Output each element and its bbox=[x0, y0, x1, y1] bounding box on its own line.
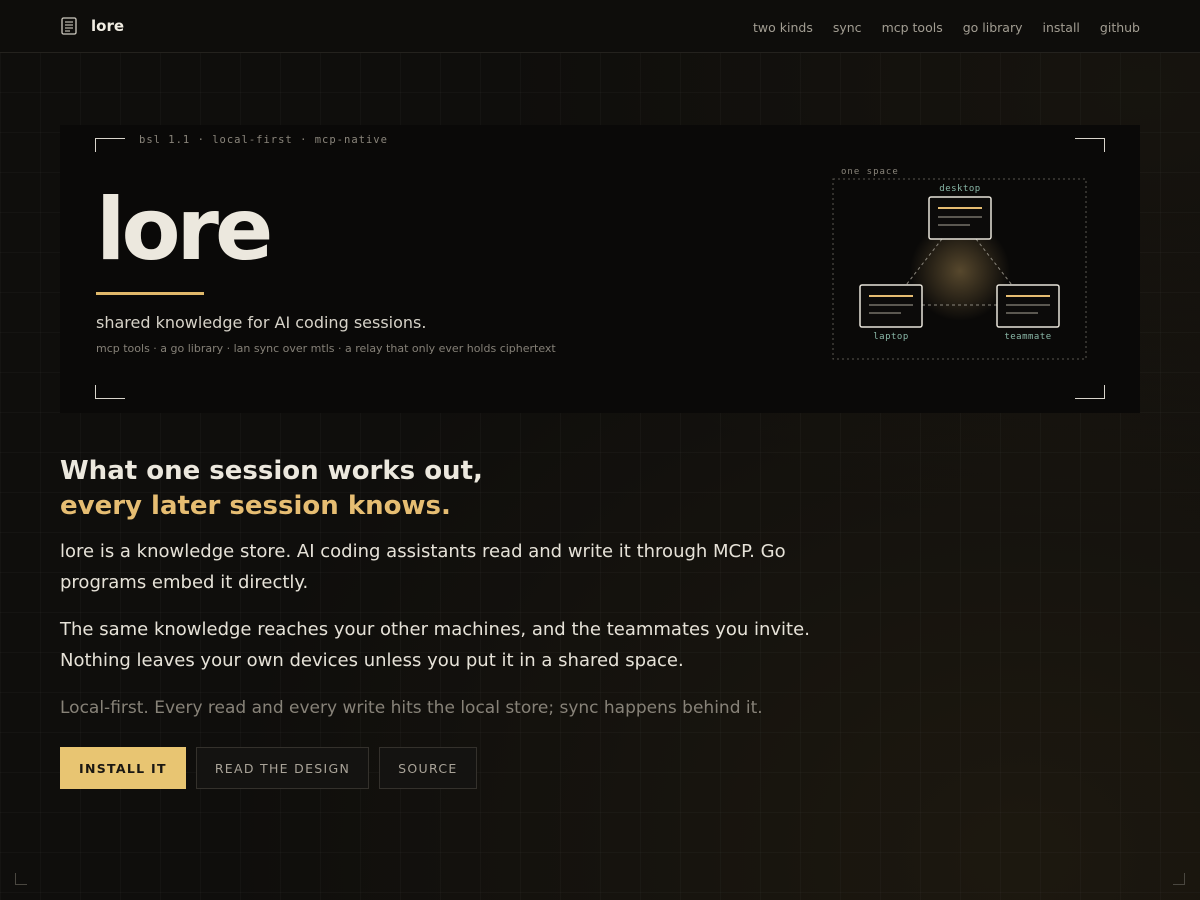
hero-subtitle: mcp tools · a go library · lan sync over… bbox=[96, 342, 556, 355]
install-button[interactable]: INSTALL IT bbox=[60, 747, 186, 789]
headline-line-2: every later session knows. bbox=[60, 491, 451, 521]
hero-tagline: shared knowledge for AI coding sessions. bbox=[96, 313, 427, 332]
nav-link-sync[interactable]: sync bbox=[833, 20, 862, 35]
desktop-node bbox=[928, 196, 992, 240]
local-first-note: Local-first. Every read and every write … bbox=[60, 698, 763, 718]
node-label-desktop: desktop bbox=[939, 184, 980, 194]
laptop-node bbox=[859, 284, 923, 328]
node-label-teammate: teammate bbox=[1004, 332, 1051, 342]
document-icon bbox=[61, 17, 77, 35]
nav-link-two-kinds[interactable]: two kinds bbox=[753, 20, 813, 35]
corner-bracket bbox=[95, 138, 125, 152]
title-underline bbox=[96, 292, 204, 295]
sync-diagram: one space desktop laptop teammate bbox=[832, 167, 1087, 360]
headline-line-1: What one session works out, bbox=[60, 456, 483, 486]
hero-panel: bsl 1.1 · local-first · mcp-native lore … bbox=[60, 125, 1140, 413]
main-headline: What one session works out, every later … bbox=[60, 454, 483, 524]
nav-link-mcp-tools[interactable]: mcp tools bbox=[882, 20, 943, 35]
sync-paragraph: The same knowledge reaches your other ma… bbox=[60, 619, 810, 671]
read-design-button[interactable]: READ THE DESIGN bbox=[195, 747, 370, 789]
corner-bracket bbox=[1075, 138, 1105, 152]
space-label: one space bbox=[841, 167, 899, 177]
source-button[interactable]: SOURCE bbox=[379, 747, 477, 789]
brand-name: lore bbox=[91, 17, 125, 35]
teammate-node bbox=[996, 284, 1060, 328]
intro-paragraph: lore is a knowledge store. AI coding ass… bbox=[60, 541, 786, 593]
page-corner-mark bbox=[1173, 873, 1185, 885]
nav-link-github[interactable]: github bbox=[1100, 20, 1140, 35]
corner-bracket bbox=[95, 385, 125, 399]
node-label-laptop: laptop bbox=[873, 332, 909, 342]
nav-link-install[interactable]: install bbox=[1042, 20, 1079, 35]
brand[interactable]: lore bbox=[61, 17, 124, 35]
cta-buttons: INSTALL IT READ THE DESIGN SOURCE bbox=[60, 747, 487, 789]
nav-links: two kinds sync mcp tools go library inst… bbox=[733, 20, 1140, 35]
nav-link-go-library[interactable]: go library bbox=[963, 20, 1023, 35]
corner-bracket bbox=[1075, 385, 1105, 399]
top-nav: lore two kinds sync mcp tools go library… bbox=[0, 0, 1200, 53]
hero-meta: bsl 1.1 · local-first · mcp-native bbox=[139, 134, 388, 146]
hero-title: lore bbox=[96, 180, 273, 280]
page-corner-mark bbox=[15, 873, 27, 885]
